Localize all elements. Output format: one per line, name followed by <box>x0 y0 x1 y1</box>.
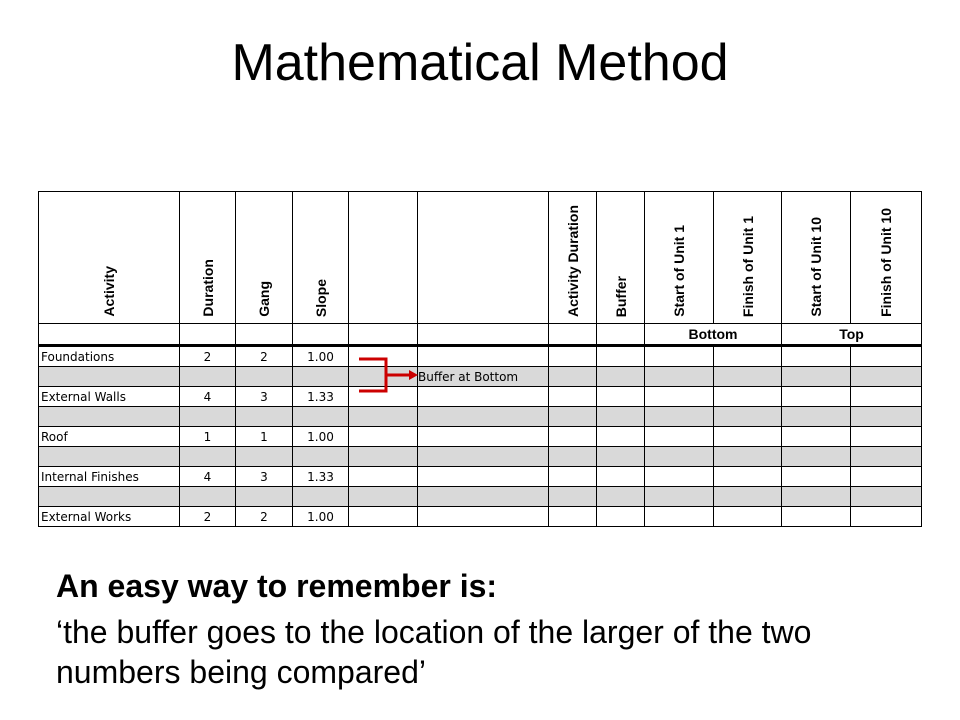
explanation-text: An easy way to remember is: ‘the buffer … <box>56 564 936 692</box>
explanation-quote: ‘the buffer goes to the location of the … <box>56 614 812 690</box>
explanation-heading: An easy way to remember is: <box>56 568 498 604</box>
